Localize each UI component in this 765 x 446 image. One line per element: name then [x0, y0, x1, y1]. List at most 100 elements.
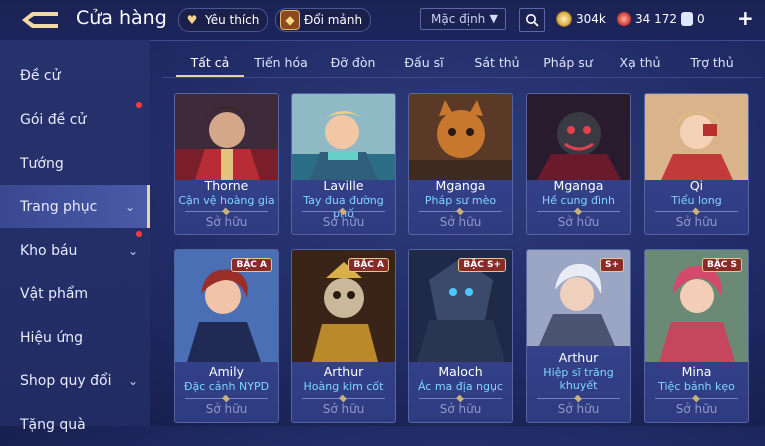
- skin-name: Tiểu long: [671, 194, 722, 207]
- tab-all[interactable]: Tất cả: [176, 55, 244, 77]
- skin-name: Đặc cảnh NYPD: [183, 380, 270, 393]
- heart-icon: ♥: [186, 13, 198, 27]
- sidebar-item-label: Gói đề cử: [20, 111, 87, 128]
- sidebar-item-label: Hiệu ứng: [20, 329, 83, 346]
- search-button[interactable]: [519, 8, 545, 32]
- skin-card[interactable]: Mganga Pháp sư mèo Sở hữu: [408, 93, 513, 235]
- sidebar-item-label: Đề cử: [20, 67, 61, 84]
- card-divider: [185, 398, 268, 399]
- sidebar-item-heroes[interactable]: Tướng: [0, 142, 150, 185]
- ownership-status: Sở hữu: [439, 215, 482, 229]
- skin-artwork: [645, 94, 748, 180]
- tab-marksman[interactable]: Xạ thủ: [613, 55, 667, 77]
- tier-badge: S+: [599, 258, 624, 272]
- sidebar-item-skins[interactable]: Trang phục ⌄: [0, 185, 150, 228]
- gold-balance: 304k: [556, 10, 606, 28]
- skin-card[interactable]: BẬC S+ Maloch Ác ma địa ngục Sở hữu: [408, 249, 513, 423]
- card-divider: [537, 211, 620, 212]
- exchange-shards-button[interactable]: ◆ Đổi mảnh: [275, 8, 372, 32]
- skin-card[interactable]: Mganga Hề cung đình Sở hữu: [526, 93, 631, 235]
- page-title: Cửa hàng: [76, 7, 167, 29]
- sidebar-item-gifting[interactable]: Tặng quà: [0, 403, 150, 446]
- skin-name: Pháp sư mèo: [424, 194, 497, 207]
- favorites-button[interactable]: ♥ Yêu thích: [178, 8, 269, 32]
- tier-badge: BẬC S+: [458, 258, 506, 272]
- search-icon: [526, 14, 539, 27]
- card-divider: [419, 398, 502, 399]
- skin-card[interactable]: Thorne Cận vệ hoàng gia Sở hữu: [174, 93, 279, 235]
- card-divider: [185, 211, 268, 212]
- tab-divider: [162, 77, 762, 78]
- chevron-down-icon: ⌄: [124, 199, 135, 214]
- hero-name: Mganga: [553, 178, 604, 193]
- exchange-label: Đổi mảnh: [304, 13, 363, 27]
- active-tab-indicator: [176, 75, 244, 77]
- hero-name: Maloch: [438, 364, 483, 379]
- card-divider: [302, 398, 385, 399]
- card-divider: [655, 398, 738, 399]
- sidebar-item-label: Trang phục: [20, 198, 98, 215]
- skin-name: Cận vệ hoàng gia: [178, 194, 275, 207]
- sidebar-item-items[interactable]: Vật phẩm: [0, 272, 150, 315]
- ownership-status: Sở hữu: [557, 215, 600, 229]
- tier-badge: BẬC S: [701, 258, 742, 272]
- sidebar-item-label: Kho báu: [20, 242, 78, 259]
- shard-icon: ◆: [280, 10, 300, 30]
- add-currency-button[interactable]: +: [737, 6, 754, 30]
- gold-amount: 304k: [576, 12, 606, 26]
- tab-evolution[interactable]: Tiến hóa: [248, 55, 314, 77]
- ownership-status: Sở hữu: [205, 215, 248, 229]
- sidebar-item-label: Shop quy đổi: [20, 372, 112, 389]
- sort-label: Mặc định: [431, 12, 486, 26]
- sidebar-item-featured[interactable]: Đề cử: [0, 54, 150, 97]
- skin-card[interactable]: BẬC A Arthur Hoàng kim cốt Sở hữu: [291, 249, 396, 423]
- sidebar: Đề cử Gói đề cử Tướng Trang phục ⌄ Kho b…: [0, 40, 150, 433]
- hero-name: Amily: [208, 364, 245, 379]
- sidebar-item-treasure[interactable]: Kho báu ⌄: [0, 229, 150, 272]
- tab-mage[interactable]: Pháp sư: [538, 55, 598, 77]
- skin-card[interactable]: BẬC A Amily Đặc cảnh NYPD Sở hữu: [174, 249, 279, 423]
- tab-support[interactable]: Trợ thủ: [682, 55, 742, 77]
- notification-dot: [136, 231, 142, 237]
- ownership-status: Sở hữu: [675, 402, 718, 416]
- voucher-balance: 0: [681, 10, 705, 28]
- top-bar: Cửa hàng ♥ Yêu thích ◆ Đổi mảnh Mặc định…: [0, 0, 765, 41]
- gold-coin-icon: [556, 11, 572, 27]
- ownership-status: Sở hữu: [439, 402, 482, 416]
- chevron-down-icon: ⌄: [127, 243, 138, 258]
- chevron-down-icon: ▼: [489, 12, 498, 25]
- tier-badge: BẬC A: [231, 258, 272, 272]
- sidebar-item-label: Tướng: [20, 155, 64, 172]
- hero-name: Qi: [689, 178, 704, 193]
- tab-fighter[interactable]: Đấu sĩ: [398, 55, 450, 77]
- gem-amount: 34 172: [635, 12, 677, 26]
- tab-tank[interactable]: Đỡ đòn: [322, 55, 384, 77]
- skin-artwork: [292, 94, 395, 180]
- sidebar-item-label: Vật phẩm: [20, 285, 89, 302]
- notification-dot: [136, 102, 142, 108]
- voucher-icon: [681, 12, 693, 26]
- skin-name: Ác ma địa ngục: [417, 380, 504, 393]
- card-divider: [302, 211, 385, 212]
- tier-badge: BẬC A: [348, 258, 389, 272]
- skin-artwork: [175, 94, 278, 180]
- sidebar-item-effects[interactable]: Hiệu ứng: [0, 316, 150, 359]
- gem-balance: 34 172: [617, 10, 677, 28]
- skin-name: Hoàng kim cốt: [303, 380, 384, 393]
- skin-card[interactable]: S+ Arthur Hiệp sĩ trăng khuyết Sở hữu: [526, 249, 631, 423]
- skin-card[interactable]: BẬC S Mina Tiệc bánh kẹo Sở hữu: [644, 249, 749, 423]
- sort-dropdown[interactable]: Mặc định ▼: [420, 8, 506, 30]
- card-divider: [655, 211, 738, 212]
- skin-name: Hề cung đình: [542, 194, 615, 207]
- tab-assassin[interactable]: Sát thủ: [468, 55, 526, 77]
- sidebar-item-featured-bundles[interactable]: Gói đề cử: [0, 98, 150, 141]
- back-button[interactable]: [18, 8, 62, 32]
- ownership-status: Sở hữu: [205, 402, 248, 416]
- skin-card[interactable]: Laville Tay đua đường phố Sở hữu: [291, 93, 396, 235]
- hero-name: Thorne: [204, 178, 249, 193]
- hero-name: Mganga: [435, 178, 486, 193]
- sidebar-item-exchange-shop[interactable]: Shop quy đổi ⌄: [0, 359, 150, 402]
- skin-card[interactable]: Qi Tiểu long Sở hữu: [644, 93, 749, 235]
- skin-artwork: [409, 94, 512, 180]
- skin-name: Hiệp sĩ trăng khuyết: [543, 366, 614, 392]
